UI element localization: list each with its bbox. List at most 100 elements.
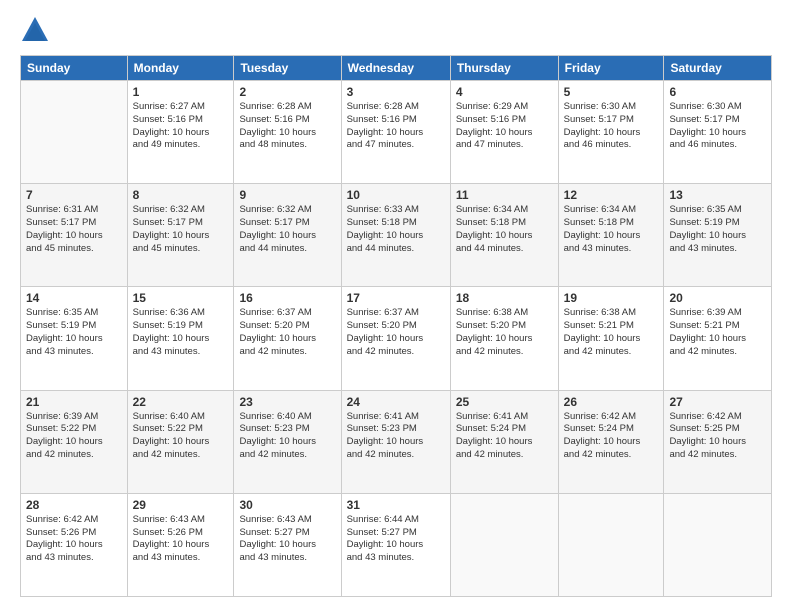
calendar-cell: 24 Sunrise: 6:41 AM Sunset: 5:23 PM Dayli… [341,390,450,493]
calendar-week-row: 21 Sunrise: 6:39 AM Sunset: 5:22 PM Dayli… [21,390,772,493]
calendar-cell: 23 Sunrise: 6:40 AM Sunset: 5:23 PM Dayli… [234,390,341,493]
day-number: 31 [347,498,445,512]
day-number: 22 [133,395,229,409]
day-number: 24 [347,395,445,409]
day-number: 18 [456,291,553,305]
day-number: 9 [239,188,335,202]
day-info: Sunrise: 6:38 AM Sunset: 5:21 PM Dayligh… [564,307,659,358]
calendar-cell: 8 Sunrise: 6:32 AM Sunset: 5:17 PM Daylig… [127,184,234,287]
calendar-cell: 28 Sunrise: 6:42 AM Sunset: 5:26 PM Dayli… [21,493,128,596]
day-info: Sunrise: 6:44 AM Sunset: 5:27 PM Dayligh… [347,514,445,565]
day-number: 17 [347,291,445,305]
day-info: Sunrise: 6:43 AM Sunset: 5:26 PM Dayligh… [133,514,229,565]
calendar-cell: 31 Sunrise: 6:44 AM Sunset: 5:27 PM Dayli… [341,493,450,596]
calendar-cell: 17 Sunrise: 6:37 AM Sunset: 5:20 PM Dayli… [341,287,450,390]
day-number: 2 [239,85,335,99]
calendar-header-row: SundayMondayTuesdayWednesdayThursdayFrid… [21,56,772,81]
calendar-header-thursday: Thursday [450,56,558,81]
calendar-cell: 25Sunrise: 6:41 AM Sunset: 5:24 PM Dayli… [450,390,558,493]
day-info: Sunrise: 6:39 AM Sunset: 5:21 PM Dayligh… [669,307,766,358]
day-number: 21 [26,395,122,409]
day-number: 29 [133,498,229,512]
day-number: 16 [239,291,335,305]
logo [20,15,54,45]
calendar-cell: 4Sunrise: 6:29 AM Sunset: 5:16 PM Daylig… [450,81,558,184]
day-info: Sunrise: 6:34 AM Sunset: 5:18 PM Dayligh… [456,204,553,255]
day-number: 3 [347,85,445,99]
calendar-header-sunday: Sunday [21,56,128,81]
calendar-header-wednesday: Wednesday [341,56,450,81]
day-info: Sunrise: 6:40 AM Sunset: 5:23 PM Dayligh… [239,411,335,462]
day-number: 1 [133,85,229,99]
calendar-cell: 14 Sunrise: 6:35 AM Sunset: 5:19 PM Dayli… [21,287,128,390]
day-number: 23 [239,395,335,409]
calendar-cell: 18 Sunrise: 6:38 AM Sunset: 5:20 PM Dayli… [450,287,558,390]
day-number: 8 [133,188,229,202]
calendar-cell: 22 Sunrise: 6:40 AM Sunset: 5:22 PM Dayli… [127,390,234,493]
day-number: 26 [564,395,659,409]
day-number: 14 [26,291,122,305]
day-info: Sunrise: 6:40 AM Sunset: 5:22 PM Dayligh… [133,411,229,462]
page: SundayMondayTuesdayWednesdayThursdayFrid… [0,0,792,612]
calendar-cell: 26Sunrise: 6:42 AM Sunset: 5:24 PM Dayli… [558,390,664,493]
calendar-header-friday: Friday [558,56,664,81]
day-number: 10 [347,188,445,202]
day-info: Sunrise: 6:32 AM Sunset: 5:17 PM Dayligh… [133,204,229,255]
calendar-cell: 1 Sunrise: 6:27 AM Sunset: 5:16 PM Daylig… [127,81,234,184]
calendar-cell: 2 Sunrise: 6:28 AM Sunset: 5:16 PM Daylig… [234,81,341,184]
day-number: 6 [669,85,766,99]
calendar-header-monday: Monday [127,56,234,81]
day-number: 15 [133,291,229,305]
day-info: Sunrise: 6:34 AM Sunset: 5:18 PM Dayligh… [564,204,659,255]
day-info: Sunrise: 6:27 AM Sunset: 5:16 PM Dayligh… [133,101,229,152]
day-info: Sunrise: 6:39 AM Sunset: 5:22 PM Dayligh… [26,411,122,462]
day-info: Sunrise: 6:30 AM Sunset: 5:17 PM Dayligh… [669,101,766,152]
calendar-week-row: 28 Sunrise: 6:42 AM Sunset: 5:26 PM Dayli… [21,493,772,596]
day-info: Sunrise: 6:42 AM Sunset: 5:26 PM Dayligh… [26,514,122,565]
logo-icon [20,15,50,45]
day-number: 5 [564,85,659,99]
day-number: 19 [564,291,659,305]
day-info: Sunrise: 6:43 AM Sunset: 5:27 PM Dayligh… [239,514,335,565]
day-info: Sunrise: 6:31 AM Sunset: 5:17 PM Dayligh… [26,204,122,255]
calendar-cell: 21 Sunrise: 6:39 AM Sunset: 5:22 PM Dayli… [21,390,128,493]
calendar-cell: 10Sunrise: 6:33 AM Sunset: 5:18 PM Dayli… [341,184,450,287]
day-info: Sunrise: 6:30 AM Sunset: 5:17 PM Dayligh… [564,101,659,152]
calendar-cell: 29 Sunrise: 6:43 AM Sunset: 5:26 PM Dayli… [127,493,234,596]
day-number: 27 [669,395,766,409]
calendar-week-row: 7Sunrise: 6:31 AM Sunset: 5:17 PM Daylig… [21,184,772,287]
calendar-cell: 15Sunrise: 6:36 AM Sunset: 5:19 PM Dayli… [127,287,234,390]
calendar-header-tuesday: Tuesday [234,56,341,81]
calendar: SundayMondayTuesdayWednesdayThursdayFrid… [20,55,772,597]
calendar-cell: 16Sunrise: 6:37 AM Sunset: 5:20 PM Dayli… [234,287,341,390]
day-info: Sunrise: 6:38 AM Sunset: 5:20 PM Dayligh… [456,307,553,358]
calendar-cell [21,81,128,184]
day-info: Sunrise: 6:28 AM Sunset: 5:16 PM Dayligh… [239,101,335,152]
day-info: Sunrise: 6:37 AM Sunset: 5:20 PM Dayligh… [347,307,445,358]
calendar-cell: 3 Sunrise: 6:28 AM Sunset: 5:16 PM Daylig… [341,81,450,184]
calendar-cell [558,493,664,596]
calendar-cell: 13Sunrise: 6:35 AM Sunset: 5:19 PM Dayli… [664,184,772,287]
day-number: 25 [456,395,553,409]
day-info: Sunrise: 6:35 AM Sunset: 5:19 PM Dayligh… [669,204,766,255]
calendar-cell: 5 Sunrise: 6:30 AM Sunset: 5:17 PM Daylig… [558,81,664,184]
calendar-cell: 20Sunrise: 6:39 AM Sunset: 5:21 PM Dayli… [664,287,772,390]
day-number: 30 [239,498,335,512]
day-number: 11 [456,188,553,202]
day-info: Sunrise: 6:32 AM Sunset: 5:17 PM Dayligh… [239,204,335,255]
header [20,15,772,45]
day-info: Sunrise: 6:41 AM Sunset: 5:23 PM Dayligh… [347,411,445,462]
calendar-cell: 27Sunrise: 6:42 AM Sunset: 5:25 PM Dayli… [664,390,772,493]
day-number: 12 [564,188,659,202]
day-info: Sunrise: 6:35 AM Sunset: 5:19 PM Dayligh… [26,307,122,358]
calendar-cell: 19 Sunrise: 6:38 AM Sunset: 5:21 PM Dayli… [558,287,664,390]
calendar-cell: 7Sunrise: 6:31 AM Sunset: 5:17 PM Daylig… [21,184,128,287]
calendar-cell [664,493,772,596]
calendar-week-row: 1 Sunrise: 6:27 AM Sunset: 5:16 PM Daylig… [21,81,772,184]
calendar-cell [450,493,558,596]
calendar-cell: 30 Sunrise: 6:43 AM Sunset: 5:27 PM Dayli… [234,493,341,596]
day-number: 28 [26,498,122,512]
day-info: Sunrise: 6:28 AM Sunset: 5:16 PM Dayligh… [347,101,445,152]
calendar-header-saturday: Saturday [664,56,772,81]
day-number: 4 [456,85,553,99]
